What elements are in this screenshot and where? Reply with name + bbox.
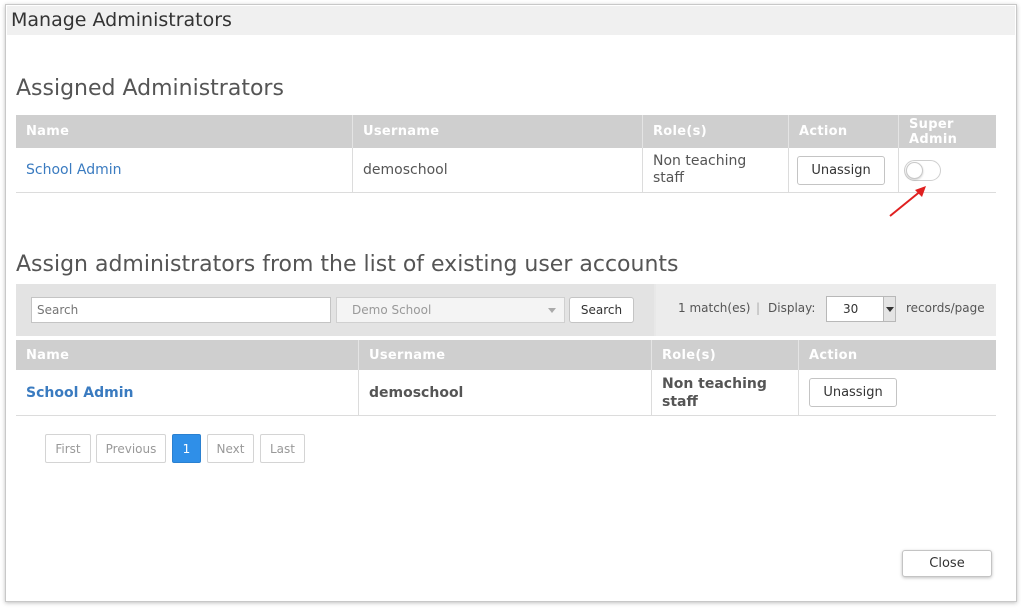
role-line2: staff — [653, 170, 685, 186]
annotation-arrow-icon — [889, 186, 926, 217]
roles-cell: Non teaching staff — [643, 148, 789, 192]
existing-table-header: Name Username Role(s) Action — [16, 340, 996, 370]
records-per-page-select[interactable]: 30 — [826, 296, 896, 322]
search-controls: Demo School Search — [16, 284, 654, 336]
username-cell: demoschool — [359, 370, 652, 415]
column-header-action: Action — [809, 347, 858, 363]
column-header-name: Name — [16, 115, 353, 148]
roles-cell: Non teaching staff — [652, 370, 799, 415]
assign-existing-heading: Assign administrators from the list of e… — [16, 252, 679, 277]
records-per-page-value: 30 — [843, 302, 859, 316]
assigned-administrators-heading: Assigned Administrators — [16, 76, 284, 101]
role-line1: Non teaching — [662, 375, 767, 392]
role-line2: staff — [662, 393, 698, 410]
toggle-knob — [906, 161, 923, 179]
column-header-name: Name — [16, 340, 359, 370]
pagination-last[interactable]: Last — [260, 434, 305, 463]
action-cell: Unassign — [799, 370, 996, 415]
match-count: 1 match(es) — [678, 301, 751, 315]
display-label: Display: — [768, 301, 816, 315]
close-button[interactable]: Close — [902, 550, 992, 577]
name-cell: School Admin — [16, 148, 353, 192]
filter-bar: Demo School Search 1 match(es) | Display… — [16, 284, 996, 336]
table-row: School Admin demoschool Non teaching sta… — [16, 370, 996, 416]
action-cell: Unassign — [789, 148, 899, 192]
user-name-link[interactable]: School Admin — [26, 385, 133, 401]
results-summary: 1 match(es) | Display: 30 records/page — [656, 284, 996, 336]
super-admin-toggle[interactable] — [904, 159, 941, 181]
column-header-username: Username — [353, 115, 643, 148]
pagination-page-1[interactable]: 1 — [172, 434, 201, 463]
column-header-roles: Role(s) — [652, 340, 799, 370]
pagination-first[interactable]: First — [45, 434, 91, 463]
column-header-username: Username — [359, 340, 652, 370]
table-row: School Admin demoschool Non teaching sta… — [16, 148, 996, 193]
dropdown-arrow-icon — [883, 297, 895, 321]
dialog-title: Manage Administrators — [11, 9, 232, 31]
super-admin-label-line1: Super — [909, 116, 954, 132]
role-line1: Non teaching — [653, 153, 747, 169]
super-admin-label-line2: Admin — [909, 131, 958, 147]
school-select-value: Demo School — [352, 303, 432, 317]
column-header-action: Action — [789, 115, 899, 148]
unassign-button[interactable]: Unassign — [797, 155, 885, 185]
search-button[interactable]: Search — [569, 297, 634, 323]
records-per-page-label: records/page — [906, 301, 985, 315]
unassign-button[interactable]: Unassign — [809, 378, 897, 407]
dialog-titlebar: Manage Administrators — [7, 6, 1015, 35]
name-cell: School Admin — [16, 370, 359, 415]
summary-separator: | — [756, 301, 761, 315]
pagination-next[interactable]: Next — [207, 434, 254, 463]
username-cell: demoschool — [353, 148, 643, 192]
search-input[interactable] — [31, 297, 331, 323]
column-header-super-admin: Super Admin — [899, 115, 996, 148]
school-select[interactable]: Demo School — [336, 297, 565, 323]
chevron-down-icon — [548, 308, 556, 313]
assigned-table-header: Name Username Role(s) Action Super Admin — [16, 115, 996, 148]
pagination-previous[interactable]: Previous — [96, 434, 166, 463]
admin-name-link[interactable]: School Admin — [26, 162, 122, 178]
column-header-roles: Role(s) — [643, 115, 789, 148]
